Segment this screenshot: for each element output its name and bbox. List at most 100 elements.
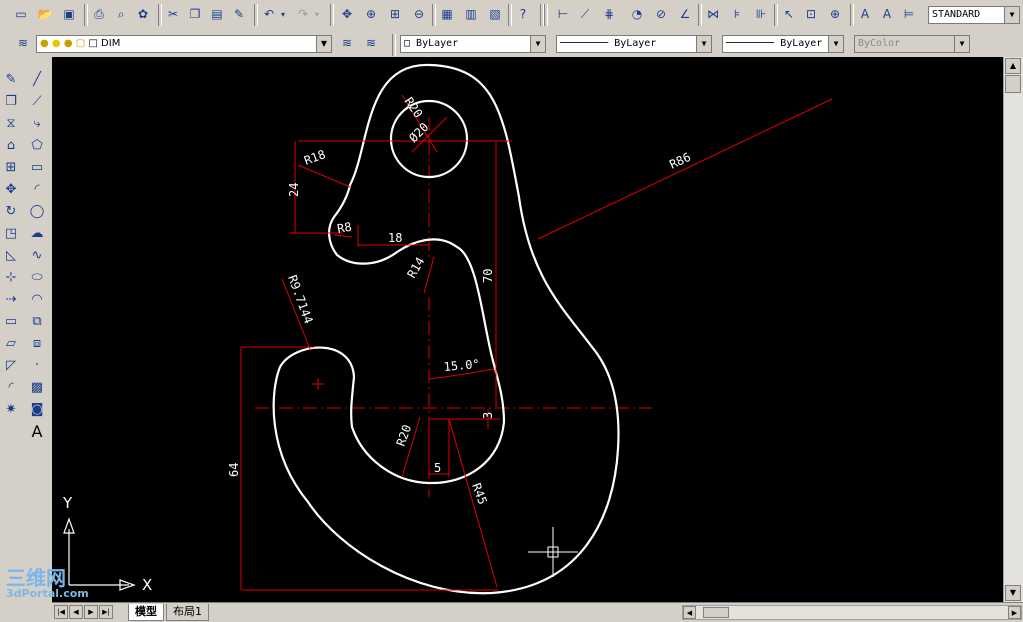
scroll-down-icon[interactable]: ▼	[1005, 585, 1021, 601]
offset-icon[interactable]: ⌂	[1, 135, 21, 155]
help-icon[interactable]: ?	[514, 5, 532, 23]
rectangle-icon[interactable]: ▭	[27, 157, 47, 177]
horizontal-scroll-thumb[interactable]	[703, 607, 729, 618]
first-tab-icon[interactable]: |◀	[54, 605, 68, 619]
center-mark-icon[interactable]: ⊕	[826, 5, 844, 23]
tolerance-icon[interactable]: ⊡	[802, 5, 820, 23]
vertical-scrollbar[interactable]: ▲ ▼	[1003, 57, 1023, 602]
extend-icon[interactable]: ⇢	[1, 289, 21, 309]
undo-icon[interactable]: ↶	[260, 5, 278, 23]
copy-object-icon[interactable]: ❐	[1, 91, 21, 111]
horizontal-scrollbar[interactable]: ◀ ▶	[682, 605, 1022, 620]
tab-model[interactable]: 模型	[128, 604, 164, 621]
spline-icon[interactable]: ∿	[27, 245, 47, 265]
chevron-down-icon[interactable]: ▼	[1004, 7, 1019, 23]
copy-icon[interactable]: ❐	[186, 5, 204, 23]
design-center-icon[interactable]: ▥	[462, 5, 480, 23]
layer-previous-icon[interactable]: ≋	[362, 34, 380, 52]
angular-dimension-icon[interactable]: ∠	[676, 5, 694, 23]
make-object-layer-current-icon[interactable]: ≋	[338, 34, 356, 52]
redo-icon[interactable]: ↷	[294, 5, 312, 23]
chevron-down-icon[interactable]: ▼	[828, 36, 843, 52]
drawing-canvas[interactable]: R20 Ø20 R18 24 R8 18 R14 70 R86 R9.7144 …	[52, 57, 1003, 602]
mirror-icon[interactable]: ⧖	[1, 113, 21, 133]
linetype-select[interactable]: ──────── ByLayer ▼	[556, 35, 712, 53]
dimension-edit-icon[interactable]: A	[856, 5, 874, 23]
match-properties-icon[interactable]: ✎	[230, 5, 248, 23]
scroll-right-icon[interactable]: ▶	[1008, 606, 1021, 619]
cut-icon[interactable]: ✂	[164, 5, 182, 23]
linear-dimension-icon[interactable]: ⊢	[554, 5, 572, 23]
color-select[interactable]: □ ByLayer ▼	[400, 35, 546, 53]
tool-palettes-icon[interactable]: ▧	[486, 5, 504, 23]
polygon-icon[interactable]: ⬠	[27, 135, 47, 155]
continue-dimension-icon[interactable]: ⊪	[752, 5, 770, 23]
zoom-window-icon[interactable]: ⊞	[386, 5, 404, 23]
scroll-left-icon[interactable]: ◀	[683, 606, 696, 619]
construction-line-icon[interactable]: ⟋	[27, 91, 47, 111]
paste-icon[interactable]: ▤	[208, 5, 226, 23]
save-icon[interactable]: ▣	[60, 5, 78, 23]
lineweight-select[interactable]: ──────── ByLayer ▼	[722, 35, 844, 53]
diameter-dimension-icon[interactable]: ⊘	[652, 5, 670, 23]
chevron-down-icon[interactable]: ▼	[316, 36, 331, 52]
zoom-realtime-icon[interactable]: ⊕	[362, 5, 380, 23]
hatch-icon[interactable]: ▩	[27, 377, 47, 397]
zoom-previous-icon[interactable]: ⊖	[410, 5, 428, 23]
polyline-icon[interactable]: ⤷	[27, 113, 47, 133]
pan-icon[interactable]: ✥	[338, 5, 356, 23]
aligned-dimension-icon[interactable]: ⟋	[576, 5, 594, 23]
point-icon[interactable]: ·	[27, 355, 47, 375]
undo-dropdown-icon[interactable]: ▾	[278, 5, 288, 23]
explode-icon[interactable]: ✷	[1, 399, 21, 419]
erase-icon[interactable]: ✎	[1, 69, 21, 89]
dim-style-select[interactable]: STANDARD ▼	[928, 6, 1020, 24]
join-icon[interactable]: ▱	[1, 333, 21, 353]
redo-dropdown-icon[interactable]: ▾	[312, 5, 322, 23]
scroll-up-icon[interactable]: ▲	[1005, 58, 1021, 74]
circle-icon[interactable]: ◯	[27, 201, 47, 221]
publish-icon[interactable]: ✿	[134, 5, 152, 23]
tab-layout1[interactable]: 布局1	[166, 604, 209, 621]
print-preview-icon[interactable]: ⌕	[112, 5, 130, 23]
array-icon[interactable]: ⊞	[1, 157, 21, 177]
ellipse-arc-icon[interactable]: ◠	[27, 289, 47, 309]
previous-tab-icon[interactable]: ◀	[69, 605, 83, 619]
open-file-icon[interactable]: 📂	[36, 5, 54, 23]
quick-leader-icon[interactable]: ↖	[780, 5, 798, 23]
stretch-icon[interactable]: ◺	[1, 245, 21, 265]
insert-block-icon[interactable]: ⧉	[27, 311, 47, 331]
scroll-thumb[interactable]	[1005, 75, 1021, 93]
dimension-update-icon[interactable]: ⊨	[900, 5, 918, 23]
multiline-text-icon[interactable]: A	[27, 421, 47, 441]
ellipse-icon[interactable]: ⬭	[27, 267, 47, 287]
layer-manager-icon[interactable]: ≋	[14, 34, 32, 52]
chevron-down-icon[interactable]: ▼	[696, 36, 711, 52]
chamfer-icon[interactable]: ◸	[1, 355, 21, 375]
ordinate-dimension-icon[interactable]: ⋕	[600, 5, 618, 23]
rotate-icon[interactable]: ↻	[1, 201, 21, 221]
revision-cloud-icon[interactable]: ☁	[27, 223, 47, 243]
move-icon[interactable]: ✥	[1, 179, 21, 199]
layer-select[interactable]: ● ● ● ▢ □ DIM ▼	[36, 35, 332, 53]
fillet-icon[interactable]: ◜	[1, 377, 21, 397]
properties-icon[interactable]: ▦	[438, 5, 456, 23]
arc-icon[interactable]: ◜	[27, 179, 47, 199]
layer-color-swatch-icon: □	[88, 38, 98, 49]
baseline-dimension-icon[interactable]: ⊧	[728, 5, 746, 23]
trim-icon[interactable]: ⊹	[1, 267, 21, 287]
dimension-text-edit-icon[interactable]: A	[878, 5, 896, 23]
next-tab-icon[interactable]: ▶	[84, 605, 98, 619]
print-icon[interactable]: ⎙	[90, 5, 108, 23]
region-icon[interactable]: ◙	[27, 399, 47, 419]
radius-dimension-icon[interactable]: ◔	[628, 5, 646, 23]
dim-text-64: 64	[227, 463, 241, 477]
break-icon[interactable]: ▭	[1, 311, 21, 331]
scale-icon[interactable]: ◳	[1, 223, 21, 243]
new-file-icon[interactable]: ▭	[12, 5, 30, 23]
line-icon[interactable]: ╱	[27, 69, 47, 89]
last-tab-icon[interactable]: ▶|	[99, 605, 113, 619]
make-block-icon[interactable]: ⧈	[27, 333, 47, 353]
quick-dimension-icon[interactable]: ⋈	[704, 5, 722, 23]
chevron-down-icon[interactable]: ▼	[530, 36, 545, 52]
